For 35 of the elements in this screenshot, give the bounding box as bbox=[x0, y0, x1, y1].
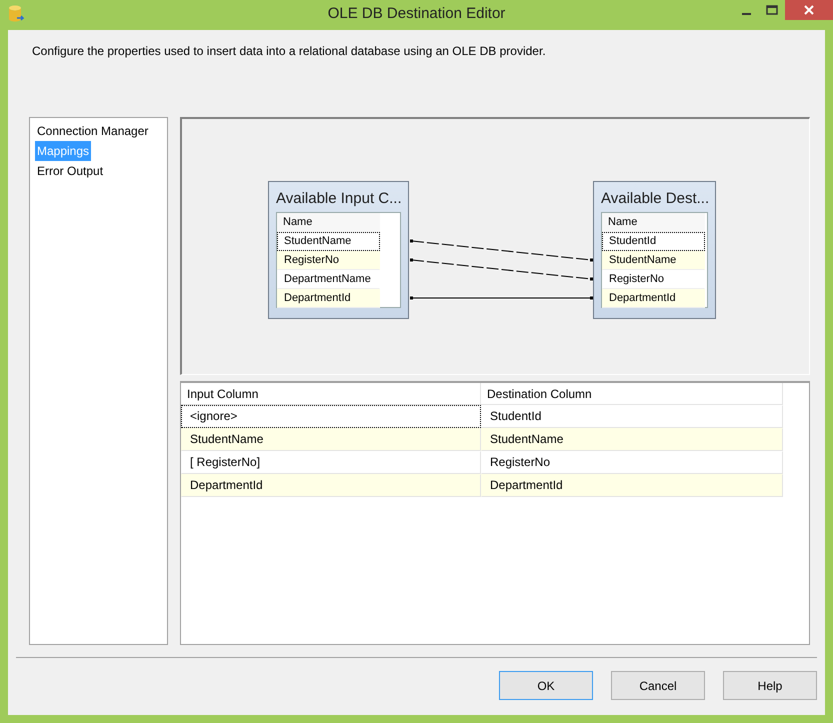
column-item[interactable]: DepartmentId bbox=[602, 289, 705, 308]
close-button[interactable] bbox=[785, 0, 833, 20]
table-cell[interactable]: StudentName bbox=[181, 428, 481, 451]
sidebar-item[interactable]: Error Output bbox=[35, 161, 106, 181]
database-icon bbox=[8, 4, 24, 24]
column-header[interactable]: Input Column bbox=[181, 383, 481, 405]
column-header[interactable]: Destination Column bbox=[481, 383, 783, 405]
table-cell[interactable]: DepartmentId bbox=[481, 474, 783, 497]
column-item[interactable]: StudentName bbox=[277, 232, 380, 251]
table-cell[interactable]: RegisterNo bbox=[481, 451, 783, 474]
column-item[interactable]: DepartmentId bbox=[277, 289, 380, 308]
description-text: Configure the properties used to insert data into a relational database using an OLE DB provider. bbox=[32, 44, 546, 58]
mapping-line[interactable] bbox=[410, 296, 593, 300]
dialog-button[interactable]: Help bbox=[723, 671, 817, 700]
table-title: Available Dest... bbox=[601, 190, 710, 209]
dialog-button[interactable]: Cancel bbox=[611, 671, 705, 700]
table-cell[interactable]: <ignore> bbox=[181, 405, 481, 428]
dialog-button[interactable]: OK bbox=[499, 671, 593, 700]
table-cell[interactable]: [ RegisterNo] bbox=[181, 451, 481, 474]
window-title: OLE DB Destination Editor bbox=[328, 5, 506, 22]
column-item[interactable]: StudentId bbox=[602, 232, 705, 251]
table-cell[interactable]: DepartmentId bbox=[181, 474, 481, 497]
column-header: Name bbox=[277, 213, 380, 232]
column-item[interactable]: StudentName bbox=[602, 251, 705, 270]
mapping-line[interactable] bbox=[410, 240, 593, 262]
maximize-icon bbox=[766, 5, 778, 15]
mapping-line[interactable] bbox=[410, 258, 593, 280]
table-cell[interactable]: StudentName bbox=[481, 428, 783, 451]
table-title: Available Input C... bbox=[276, 190, 402, 209]
column-item[interactable]: RegisterNo bbox=[277, 251, 380, 270]
table-cell[interactable]: StudentId bbox=[481, 405, 783, 428]
sidebar-item[interactable]: Connection Manager bbox=[35, 121, 150, 141]
close-icon bbox=[804, 5, 814, 15]
minimize-icon bbox=[742, 12, 750, 14]
column-header: Name bbox=[602, 213, 705, 232]
